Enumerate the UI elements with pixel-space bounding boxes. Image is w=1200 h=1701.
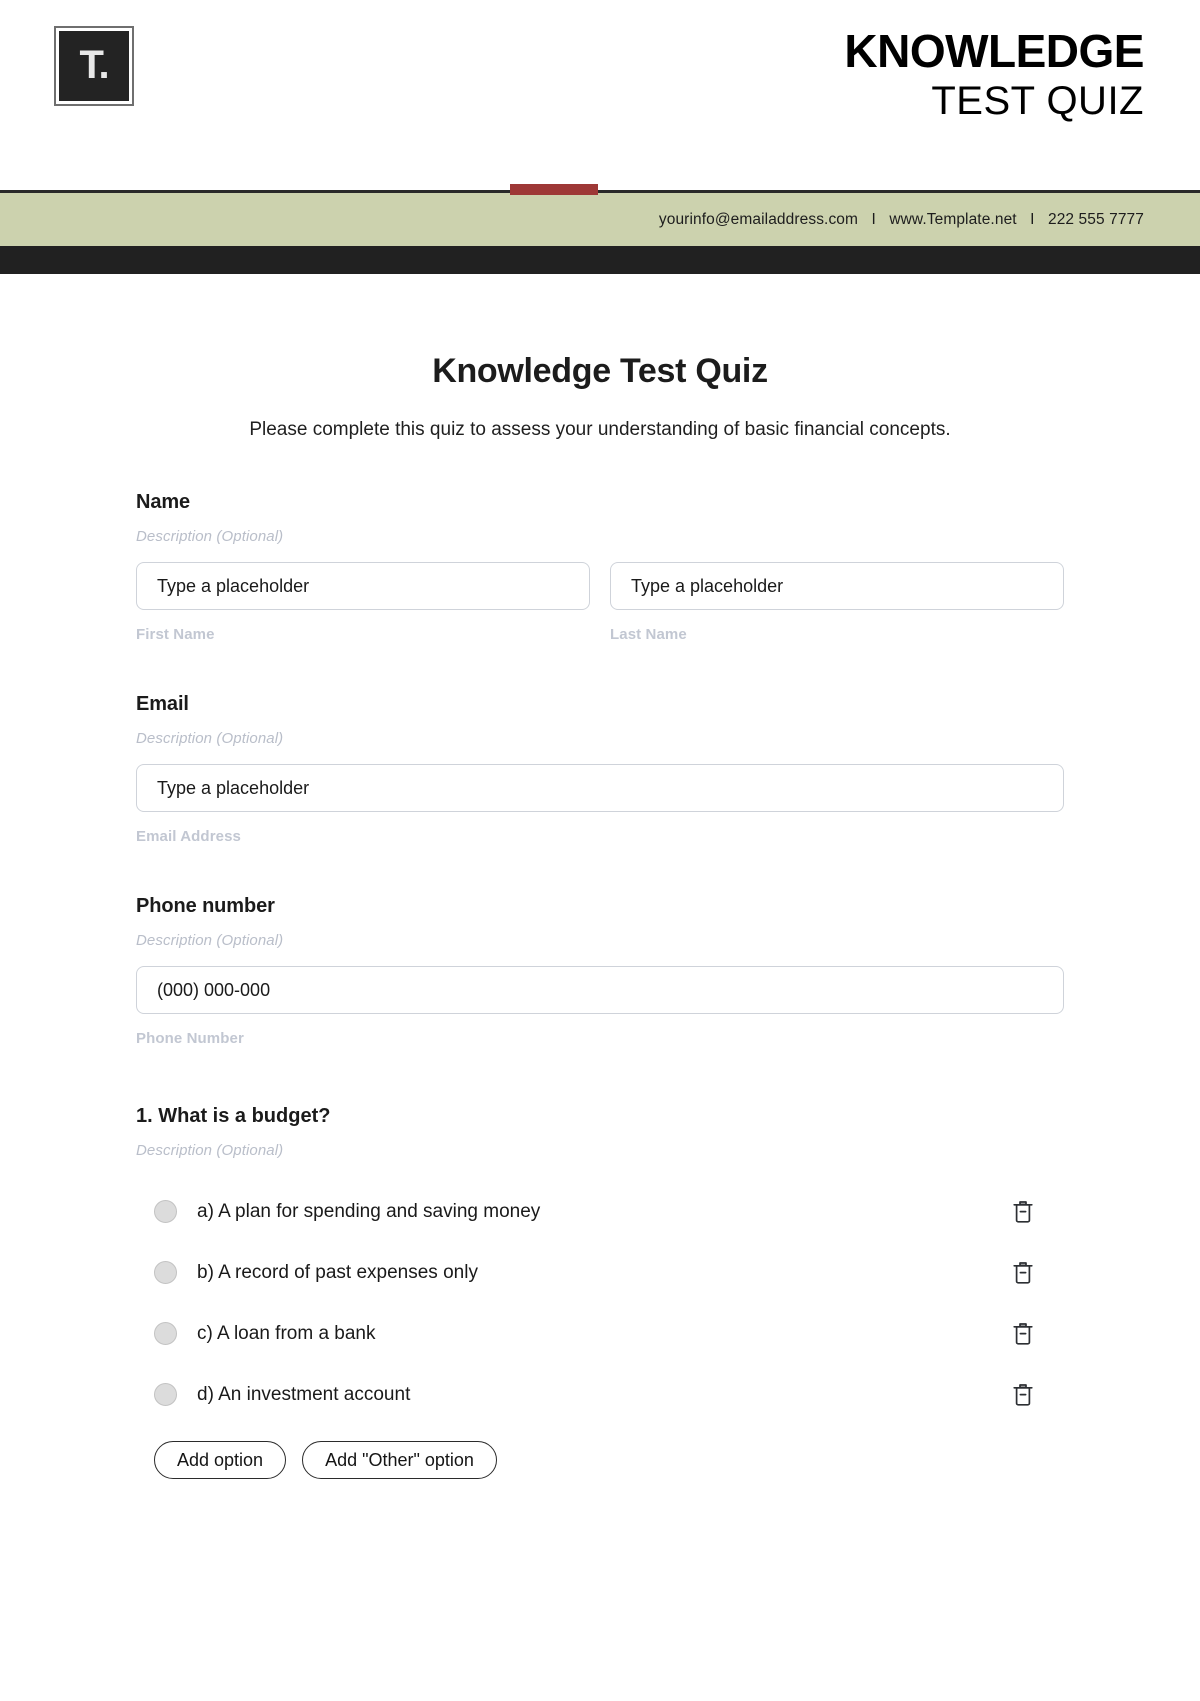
option-row[interactable]: c) A loan from a bank — [136, 1303, 1064, 1364]
section-description-email: Description (Optional) — [136, 730, 284, 747]
contact-separator-2: I — [1030, 210, 1035, 228]
phone-fields-row: Phone Number — [136, 966, 1064, 1047]
question-1: 1. What is a budget? Description (Option… — [136, 1105, 1064, 1479]
last-name-sub-label: Last Name — [610, 626, 687, 643]
contact-website: www.Template.net — [889, 210, 1017, 228]
option-row[interactable]: a) A plan for spending and saving money — [136, 1181, 1064, 1242]
section-description-phone: Description (Optional) — [136, 932, 284, 949]
section-email: Email Description (Optional) Email Addre… — [136, 693, 1064, 845]
page-header: T. KNOWLEDGE TEST QUIZ — [0, 0, 1200, 190]
radio-button-b[interactable] — [154, 1261, 177, 1284]
page-subtitle: Please complete this quiz to assess your… — [249, 419, 951, 440]
email-sub-label: Email Address — [136, 828, 241, 845]
trash-icon[interactable] — [1008, 1380, 1038, 1410]
contact-bar: yourinfo@emailaddress.com I www.Template… — [0, 193, 1200, 246]
contact-email: yourinfo@emailaddress.com — [658, 210, 859, 228]
trash-icon[interactable] — [1008, 1319, 1038, 1349]
section-label-phone: Phone number — [136, 895, 275, 917]
section-description-name: Description (Optional) — [136, 528, 284, 545]
option-label-c: c) A loan from a bank — [197, 1322, 376, 1344]
dark-strip — [0, 246, 1200, 274]
radio-button-d[interactable] — [154, 1383, 177, 1406]
first-name-sub-label: First Name — [136, 626, 215, 643]
phone-sub-label: Phone Number — [136, 1030, 244, 1047]
section-name: Name Description (Optional) First Name L… — [136, 491, 1064, 643]
header-title-main: KNOWLEDGE — [844, 25, 1144, 77]
logo-letter: T. — [79, 43, 109, 87]
question-options: a) A plan for spending and saving money … — [136, 1181, 1064, 1425]
name-fields-row: First Name Last Name — [136, 562, 1064, 643]
option-label-d: d) An investment account — [197, 1383, 411, 1405]
option-label-a: a) A plan for spending and saving money — [197, 1200, 541, 1222]
trash-icon[interactable] — [1008, 1197, 1038, 1227]
header-title-block: KNOWLEDGE TEST QUIZ — [844, 28, 1144, 124]
email-input[interactable] — [136, 764, 1064, 812]
option-row[interactable]: b) A record of past expenses only — [136, 1242, 1064, 1303]
phone-field-group: Phone Number — [136, 966, 1064, 1047]
add-other-option-button[interactable]: Add "Other" option — [302, 1441, 497, 1479]
last-name-input[interactable] — [610, 562, 1064, 610]
contact-phone: 222 555 7777 — [1047, 210, 1144, 228]
brand-logo: T. — [54, 26, 134, 106]
contact-separator-1: I — [871, 210, 876, 228]
radio-button-a[interactable] — [154, 1200, 177, 1223]
trash-icon[interactable] — [1008, 1258, 1038, 1288]
section-label-name: Name — [136, 491, 191, 513]
accent-block — [510, 184, 598, 195]
question-label: 1. What is a budget? — [136, 1105, 331, 1127]
header-rule — [0, 184, 1200, 195]
email-field-group: Email Address — [136, 764, 1064, 845]
last-name-field-group: Last Name — [610, 562, 1064, 643]
logo-box: T. — [54, 26, 134, 106]
email-fields-row: Email Address — [136, 764, 1064, 845]
option-actions: Add option Add "Other" option — [136, 1441, 1064, 1479]
header-title-sub: TEST QUIZ — [931, 79, 1144, 123]
section-label-email: Email — [136, 693, 189, 715]
radio-button-c[interactable] — [154, 1322, 177, 1345]
contact-text: yourinfo@emailaddress.com I www.Template… — [659, 211, 1144, 229]
option-label-b: b) A record of past expenses only — [197, 1261, 478, 1283]
phone-input[interactable] — [136, 966, 1064, 1014]
quiz-page: T. KNOWLEDGE TEST QUIZ yourinfo@emailadd… — [0, 0, 1200, 1701]
section-phone: Phone number Description (Optional) Phon… — [136, 895, 1064, 1047]
form-body: Knowledge Test Quiz Please complete this… — [0, 274, 1200, 1479]
first-name-input[interactable] — [136, 562, 590, 610]
page-title: Knowledge Test Quiz — [432, 352, 768, 390]
first-name-field-group: First Name — [136, 562, 590, 643]
add-option-button[interactable]: Add option — [154, 1441, 287, 1479]
question-description: Description (Optional) — [136, 1142, 284, 1159]
option-row[interactable]: d) An investment account — [136, 1364, 1064, 1425]
